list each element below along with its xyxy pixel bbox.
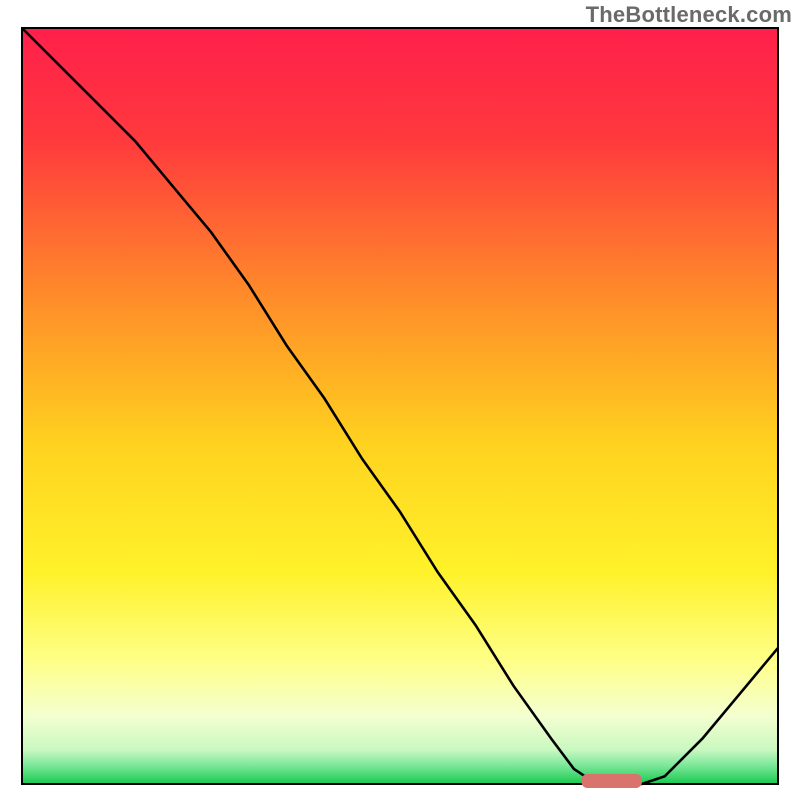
chart-stage: TheBottleneck.com bbox=[0, 0, 800, 800]
chart-svg bbox=[0, 0, 800, 800]
optimal-marker bbox=[581, 774, 641, 788]
